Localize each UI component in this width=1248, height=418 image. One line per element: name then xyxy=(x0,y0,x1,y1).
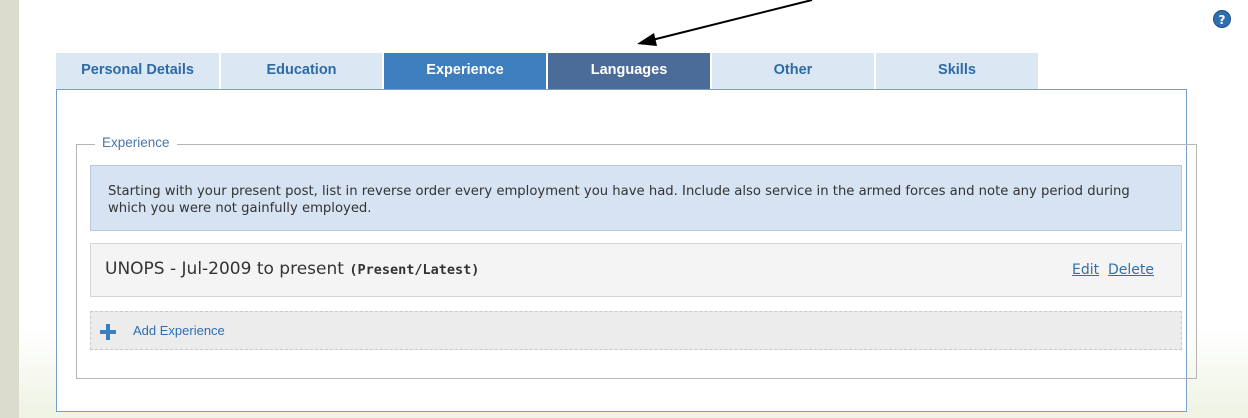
instructions-box: Starting with your present post, list in… xyxy=(90,165,1182,231)
fieldset-legend: Experience xyxy=(95,135,177,150)
instructions-text: Starting with your present post, list in… xyxy=(108,184,1130,216)
entry-title: UNOPS - Jul-2009 to present (Present/Lat… xyxy=(105,259,479,279)
help-icon[interactable]: ? xyxy=(1213,10,1231,28)
tab-other[interactable]: Other xyxy=(712,53,874,89)
add-experience-button[interactable]: Add Experience xyxy=(90,311,1182,350)
tab-personal-details[interactable]: Personal Details xyxy=(56,53,219,89)
entry-status-tag: (Present/Latest) xyxy=(349,262,480,278)
tab-education[interactable]: Education xyxy=(221,53,382,89)
plus-icon xyxy=(100,324,116,340)
entry-title-text: UNOPS - Jul-2009 to present xyxy=(105,259,344,279)
left-sidebar-strip xyxy=(0,0,19,418)
experience-entry: UNOPS - Jul-2009 to present (Present/Lat… xyxy=(90,243,1182,297)
delete-link[interactable]: Delete xyxy=(1108,262,1154,278)
tab-experience[interactable]: Experience xyxy=(384,53,546,89)
tab-skills[interactable]: Skills xyxy=(876,53,1038,89)
tab-languages[interactable]: Languages xyxy=(548,53,710,89)
edit-link[interactable]: Edit xyxy=(1072,262,1099,278)
add-experience-label: Add Experience xyxy=(133,323,225,338)
